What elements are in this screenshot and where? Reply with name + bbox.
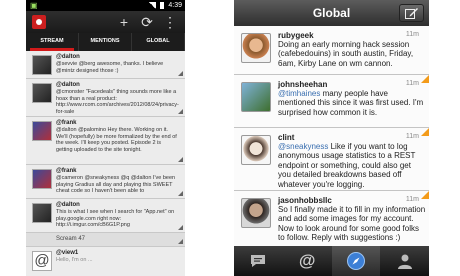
tab-mentions[interactable]: MENTIONS <box>79 33 132 51</box>
list-item[interactable]: johnsheehan 11m @timhaines many people h… <box>234 75 429 128</box>
username[interactable]: johnsheehan <box>278 80 327 89</box>
expand-corner-icon <box>178 191 183 196</box>
tab-global[interactable] <box>331 246 381 276</box>
bottom-tab-bar: @ <box>234 246 429 276</box>
avatar[interactable] <box>241 198 271 228</box>
android-screen: ▣ 4:39 + ⟳ ⋮ STREAM MENTIONS GLOBAL @dal… <box>26 0 185 276</box>
avatar[interactable] <box>32 55 52 75</box>
avatar[interactable] <box>32 121 52 141</box>
gap-label: Scream 47 <box>56 236 86 242</box>
expand-corner-icon <box>178 239 183 244</box>
list-item[interactable]: @frank @cameron @sneakyness @q @dalton I… <box>26 165 185 199</box>
list-item[interactable]: @dalton @sevvie @berg awesome, thanks. I… <box>26 51 185 79</box>
username[interactable]: @dalton <box>56 202 80 208</box>
notification-icon: ▣ <box>30 1 38 10</box>
mention-link[interactable]: @sneakyness <box>278 142 328 151</box>
list-item[interactable]: jasonhobbsllc 11m So I finally made it t… <box>234 191 429 251</box>
list-item[interactable]: clint 11m @sneakyness Like if you want t… <box>234 128 429 191</box>
post-text: This is what I see when I search for "Ap… <box>56 209 175 229</box>
avatar[interactable] <box>241 135 271 165</box>
status-time: 4:39 <box>168 2 182 9</box>
stream-feed[interactable]: @dalton @sevvie @berg awesome, thanks. I… <box>26 51 185 276</box>
overflow-menu-icon[interactable]: ⋮ <box>162 13 178 31</box>
avatar[interactable] <box>32 203 52 223</box>
timestamp: 11m <box>405 80 419 87</box>
tab-bar: STREAM MENTIONS GLOBAL <box>26 33 185 51</box>
mention-link[interactable]: @timhaines <box>278 89 320 98</box>
global-feed[interactable]: rubygeek 11m Doing an early morning hack… <box>234 26 429 251</box>
tab-profile[interactable] <box>380 246 429 276</box>
battery-icon <box>160 2 165 9</box>
tab-global[interactable]: GLOBAL <box>132 33 185 51</box>
ios-screen: Global rubygeek 11m Doing an early morni… <box>234 0 429 276</box>
navigation-bar: Global <box>234 0 429 26</box>
expand-corner-icon <box>178 71 183 76</box>
tab-messages[interactable] <box>234 246 283 276</box>
at-sign-icon: @ <box>298 251 316 270</box>
speech-bubble-icon <box>251 255 266 267</box>
unread-corner-marker <box>421 128 429 136</box>
timestamp: 11m <box>405 196 419 203</box>
avatar[interactable] <box>241 82 271 112</box>
person-icon <box>397 254 412 269</box>
compose-button[interactable] <box>399 4 424 22</box>
unread-corner-marker <box>421 75 429 83</box>
compose-plus-icon[interactable]: + <box>116 13 132 31</box>
unread-corner-marker <box>421 191 429 199</box>
username[interactable]: @frank <box>56 168 77 174</box>
post-text: Hello, I'm on ... <box>56 257 93 263</box>
username[interactable]: rubygeek <box>278 31 314 40</box>
username[interactable]: @frank <box>56 120 77 126</box>
post-text: @sevvie @berg awesome, thanks. I believe… <box>56 61 164 74</box>
load-gap-row[interactable]: Scream 47 <box>26 233 185 247</box>
avatar[interactable] <box>32 169 52 189</box>
avatar[interactable] <box>241 33 271 63</box>
post-text: So I finally made it to fill in my infor… <box>278 205 426 243</box>
avatar[interactable] <box>32 83 52 103</box>
post-text: @cameron @sneakyness @q @dalton I've bee… <box>56 175 176 195</box>
signal-icon <box>149 2 157 9</box>
status-bar: ▣ 4:39 <box>26 0 185 11</box>
timestamp: 11m <box>405 133 419 140</box>
post-text: @dalton @palomino Hey there. Working on … <box>56 127 177 153</box>
post-text: @timhaines many people have mentioned th… <box>278 89 424 117</box>
compose-pencil-icon <box>405 8 418 19</box>
username[interactable]: clint <box>278 133 294 142</box>
expand-corner-icon <box>178 109 183 114</box>
username[interactable]: @dalton <box>56 54 80 60</box>
refresh-icon[interactable]: ⟳ <box>139 13 155 31</box>
tab-stream[interactable]: STREAM <box>26 33 79 51</box>
username[interactable]: jasonhobbsllc <box>278 196 332 205</box>
tab-mentions[interactable]: @ <box>283 246 332 276</box>
timestamp: 11m <box>405 31 419 38</box>
list-item[interactable]: rubygeek 11m Doing an early morning hack… <box>234 26 429 75</box>
compass-icon <box>346 252 365 270</box>
list-item[interactable]: @ @view1 Hello, I'm on ... <box>26 247 185 276</box>
post-text: @sneakyness Like if you want to log anon… <box>278 142 416 189</box>
post-text: Doing an early morning hack session (caf… <box>278 40 414 68</box>
list-item[interactable]: @frank @dalton @palomino Hey there. Work… <box>26 117 185 165</box>
expand-corner-icon <box>178 225 183 230</box>
list-item[interactable]: @dalton This is what I see when I search… <box>26 199 185 233</box>
expand-corner-icon <box>178 157 183 162</box>
username[interactable]: @dalton <box>56 82 80 88</box>
app-logo-icon[interactable] <box>32 15 46 29</box>
username[interactable]: @view1 <box>56 250 78 256</box>
post-text: @cmonster "Facedeals" thing sounds more … <box>56 89 179 115</box>
list-item[interactable]: @dalton @cmonster "Facedeals" thing soun… <box>26 79 185 117</box>
action-bar: + ⟳ ⋮ <box>26 11 185 33</box>
at-sign-icon[interactable]: @ <box>32 251 52 271</box>
